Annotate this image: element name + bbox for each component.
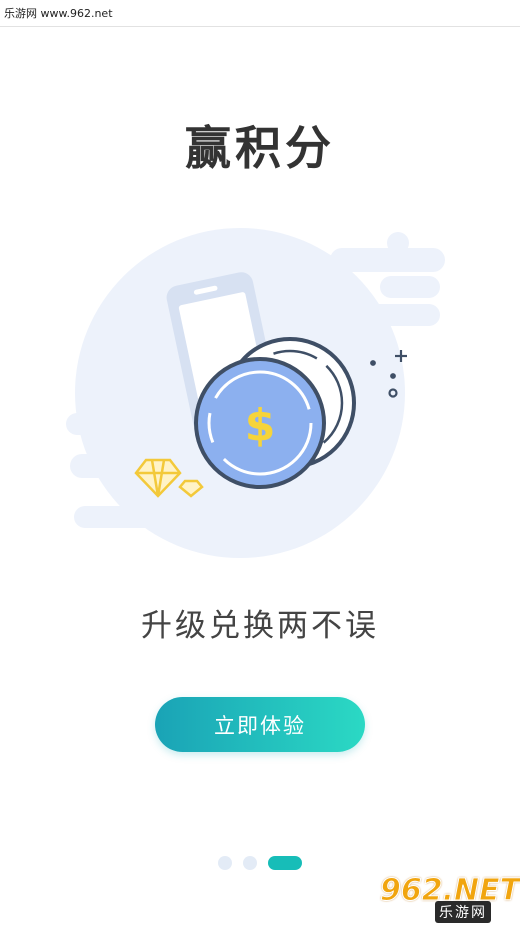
site-watermark-logo: 962.NET 乐游网 [379,873,520,923]
page-dot-3-active[interactable] [268,856,302,870]
top-watermark-bar: 乐游网 www.962.net [0,0,520,27]
start-experience-button[interactable]: 立即体验 [155,697,365,752]
logo-sub-text: 乐游网 [435,901,491,923]
dollar-sign-icon: $ [245,400,276,451]
coins-illustration: $ [66,228,445,558]
top-watermark-text: 乐游网 www.962.net [4,7,113,20]
page-title: 赢积分 [185,121,335,175]
page-dot-1[interactable] [218,856,232,870]
page-subtitle: 升级兑换两不误 [141,608,379,644]
coin-icon: $ [194,357,326,489]
page-dot-2[interactable] [243,856,257,870]
